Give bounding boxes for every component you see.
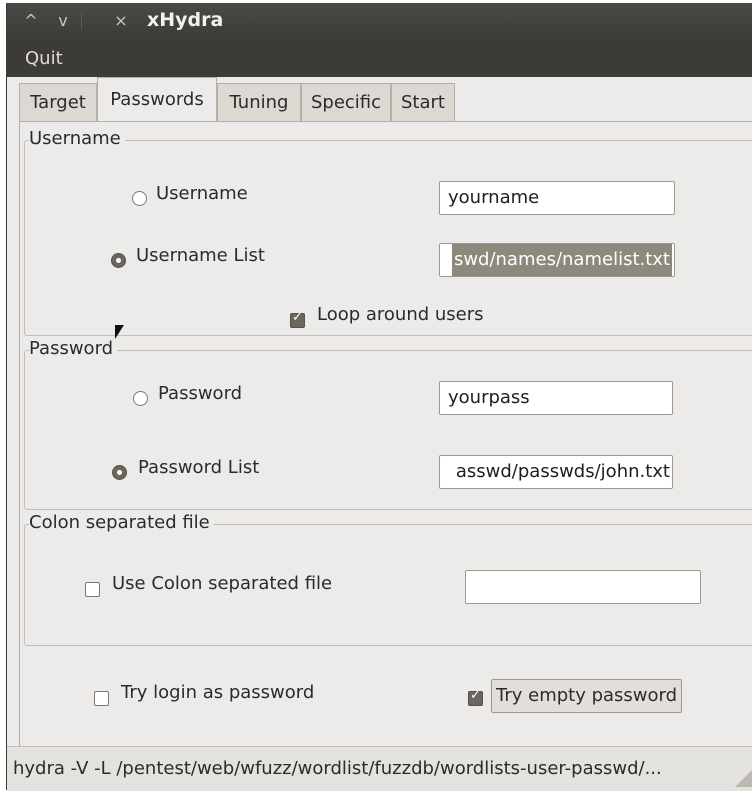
menu-quit[interactable]: Quit: [25, 48, 63, 69]
password-list-radio[interactable]: [112, 465, 127, 480]
use-colon-checkbox[interactable]: [85, 582, 100, 597]
tab-specific[interactable]: Specific: [301, 83, 391, 121]
username-list-radio[interactable]: [111, 253, 126, 268]
tab-target[interactable]: Target: [19, 83, 97, 121]
username-list-field[interactable]: swd/names/namelist.txt: [439, 243, 675, 277]
password-list-radio-label[interactable]: Password List: [138, 457, 259, 478]
menu-bar: Quit: [7, 41, 752, 77]
window-title: xHydra: [147, 9, 224, 31]
close-icon[interactable]: ×: [109, 9, 133, 33]
password-radio-label[interactable]: Password: [158, 383, 242, 404]
title-bar: ^ v × xHydra: [7, 3, 752, 41]
password-frame: Password Password yourpass Password List…: [24, 338, 752, 510]
colon-file-frame: Colon separated file Use Colon separated…: [24, 512, 752, 646]
try-login-as-password-checkbox[interactable]: [94, 691, 109, 706]
try-login-as-password-label[interactable]: Try login as password: [121, 682, 314, 703]
username-radio[interactable]: [132, 191, 147, 206]
status-bar: hydra -V -L /pentest/web/wfuzz/wordlist/…: [7, 746, 752, 791]
tab-tuning[interactable]: Tuning: [217, 83, 301, 121]
titlebar-separator: [81, 12, 82, 30]
xhydra-window: ^ v × xHydra Quit Target Passwords Tunin…: [6, 3, 752, 791]
maximize-up-icon[interactable]: ^: [19, 9, 43, 33]
password-list-field[interactable]: asswd/passwds/john.txt: [439, 455, 673, 489]
username-field-value: yourname: [448, 187, 540, 208]
password-field-value: yourpass: [448, 387, 530, 408]
try-empty-password-checkbox[interactable]: [468, 688, 483, 706]
loop-users-checkbox[interactable]: [290, 310, 305, 328]
username-field[interactable]: yourname: [439, 181, 675, 215]
resize-grip-icon[interactable]: [735, 769, 752, 787]
password-radio[interactable]: [133, 391, 148, 406]
mouse-cursor-icon: [115, 325, 124, 339]
tab-passwords[interactable]: Passwords: [97, 77, 217, 122]
username-frame-title: Username: [29, 128, 125, 149]
passwords-tab-panel: Username Username yourname Username List…: [19, 121, 752, 747]
command-preview: hydra -V -L /pentest/web/wfuzz/wordlist/…: [13, 758, 662, 779]
username-list-field-value: swd/names/namelist.txt: [451, 244, 672, 276]
tab-start[interactable]: Start: [391, 83, 455, 121]
colon-file-frame-title: Colon separated file: [29, 512, 214, 533]
colon-file-field[interactable]: [465, 570, 701, 604]
minimize-down-icon[interactable]: v: [51, 9, 75, 33]
tab-strip: Target Passwords Tuning Specific Start: [7, 77, 752, 122]
username-radio-label[interactable]: Username: [156, 183, 248, 204]
username-list-radio-label[interactable]: Username List: [136, 245, 265, 266]
password-list-field-value: asswd/passwds/john.txt: [455, 461, 670, 482]
loop-users-label[interactable]: Loop around users: [317, 304, 484, 325]
password-frame-title: Password: [29, 338, 118, 359]
password-field[interactable]: yourpass: [439, 381, 673, 415]
try-empty-password-label[interactable]: Try empty password: [491, 679, 683, 713]
username-frame: Username Username yourname Username List…: [24, 128, 752, 336]
use-colon-label[interactable]: Use Colon separated file: [112, 573, 332, 594]
